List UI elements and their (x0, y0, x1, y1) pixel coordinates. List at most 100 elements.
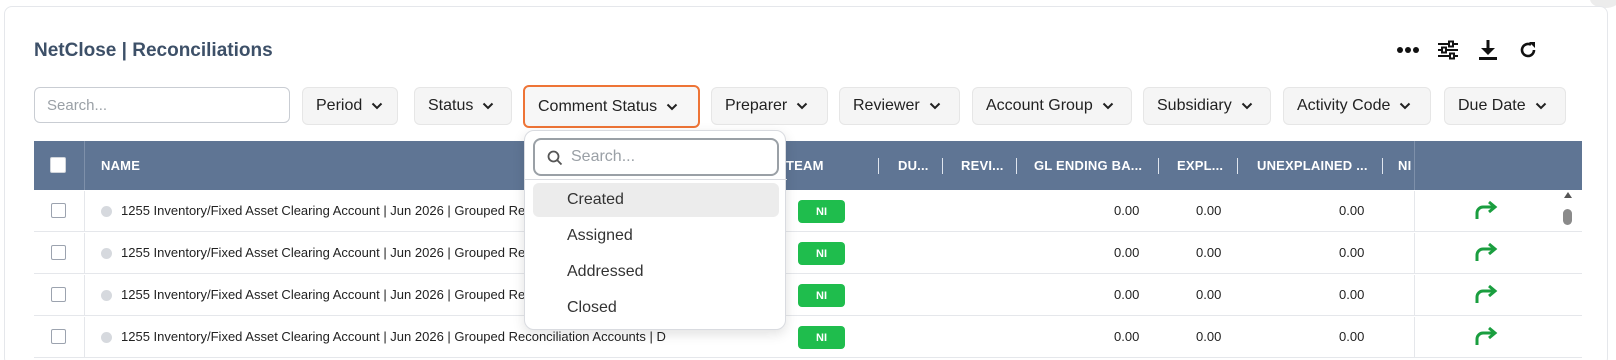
download-icon[interactable] (1476, 38, 1500, 62)
open-record-arrow-icon[interactable] (1473, 241, 1499, 265)
table-header: NAME TEAM DU... REVI... GL ENDING BA... … (34, 141, 1582, 190)
column-header-explained[interactable]: EXPL... (1177, 141, 1223, 190)
search-icon (547, 150, 563, 171)
filter-label: Period (316, 97, 363, 114)
chevron-down-icon (796, 102, 808, 110)
scroll-thumb[interactable] (1563, 209, 1572, 225)
unexplained-amount: 0.00 (1339, 287, 1365, 302)
row-divider (84, 275, 85, 316)
column-header-unexplained[interactable]: UNEXPLAINED ... (1257, 141, 1368, 190)
explained-amount: 0.00 (1196, 329, 1222, 344)
filter-subsidiary[interactable]: Subsidiary (1143, 87, 1271, 125)
filter-label: Subsidiary (1157, 97, 1232, 114)
chevron-down-icon (1399, 102, 1411, 110)
more-horizontal-icon[interactable] (1396, 38, 1420, 62)
team-badge: NI (798, 284, 845, 307)
open-record-arrow-icon[interactable] (1473, 325, 1499, 349)
refresh-icon[interactable] (1516, 38, 1540, 62)
table-row[interactable]: 1255 Inventory/Fixed Asset Clearing Acco… (34, 191, 1582, 232)
filter-activity-code[interactable]: Activity Code (1283, 87, 1431, 125)
filter-account-group[interactable]: Account Group (972, 87, 1132, 125)
chevron-down-icon (1102, 102, 1114, 110)
team-badge: NI (798, 242, 845, 265)
column-separator (1237, 158, 1238, 174)
column-separator (878, 158, 879, 174)
filter-status[interactable]: Status (414, 87, 512, 125)
row-name[interactable]: 1255 Inventory/Fixed Asset Clearing Acco… (121, 329, 681, 344)
column-header-gl-ending-balance[interactable]: GL ENDING BA... (1034, 141, 1142, 190)
table-row[interactable]: 1255 Inventory/Fixed Asset Clearing Acco… (34, 233, 1582, 274)
row-checkbox[interactable] (51, 287, 66, 302)
filter-label: Due Date (1458, 97, 1526, 114)
option-closed[interactable]: Closed (533, 291, 779, 325)
filter-due-date[interactable]: Due Date (1444, 87, 1566, 125)
filter-preparer[interactable]: Preparer (711, 87, 828, 125)
option-created[interactable]: Created (533, 183, 779, 217)
unexplained-amount: 0.00 (1339, 245, 1365, 260)
table-row[interactable]: 1255 Inventory/Fixed Asset Clearing Acco… (34, 275, 1582, 316)
gl-ending-balance: 0.00 (1114, 245, 1140, 260)
table-row[interactable]: 1255 Inventory/Fixed Asset Clearing Acco… (34, 317, 1582, 358)
chevron-down-icon (371, 102, 383, 110)
status-dot (101, 332, 112, 343)
search-input[interactable] (34, 87, 290, 123)
explained-amount: 0.00 (1196, 203, 1222, 218)
column-separator (1016, 158, 1017, 174)
chevron-down-icon (1535, 102, 1547, 110)
filter-label: Comment Status (538, 97, 658, 115)
header-divider (84, 141, 85, 190)
column-header-ni[interactable]: NI (1398, 141, 1411, 190)
filter-comment-status[interactable]: Comment Status (523, 85, 700, 128)
column-separator (1382, 158, 1383, 174)
toolbar-icons (1397, 38, 1570, 62)
chevron-down-icon (482, 102, 494, 110)
team-badge: NI (798, 200, 845, 223)
row-divider (1414, 233, 1415, 274)
comment-status-dropdown: Created Assigned Addressed Closed (524, 130, 787, 330)
unexplained-amount: 0.00 (1339, 329, 1365, 344)
filter-label: Reviewer (853, 97, 920, 114)
column-header-name[interactable]: NAME (101, 141, 140, 190)
filter-label: Activity Code (1297, 97, 1391, 114)
row-divider (1414, 275, 1415, 316)
row-divider (84, 317, 85, 358)
filter-label: Status (428, 97, 474, 114)
filter-reviewer[interactable]: Reviewer (839, 87, 960, 125)
column-separator (942, 158, 943, 174)
column-header-due[interactable]: DU... (898, 141, 929, 190)
row-checkbox[interactable] (51, 203, 66, 218)
filter-label: Account Group (986, 97, 1093, 114)
column-header-team[interactable]: TEAM (786, 141, 824, 190)
gl-ending-balance: 0.00 (1114, 203, 1140, 218)
open-record-arrow-icon[interactable] (1473, 283, 1499, 307)
table-scrollbar[interactable] (1561, 192, 1575, 360)
chevron-down-icon (1241, 102, 1253, 110)
option-addressed[interactable]: Addressed (533, 255, 779, 289)
header-divider (1414, 141, 1415, 190)
team-badge: NI (798, 326, 845, 349)
dropdown-options: Created Assigned Addressed Closed (525, 179, 787, 329)
filter-period[interactable]: Period (302, 87, 398, 125)
chevron-down-icon (929, 102, 941, 110)
page-title: NetClose | Reconciliations (34, 40, 273, 61)
open-record-arrow-icon[interactable] (1473, 199, 1499, 223)
row-divider (1414, 191, 1415, 232)
filter-label: Preparer (725, 97, 788, 114)
scroll-up-arrow-icon[interactable] (1564, 192, 1572, 198)
explained-amount: 0.00 (1196, 245, 1222, 260)
status-dot (101, 290, 112, 301)
row-divider (1414, 317, 1415, 358)
chevron-down-icon (666, 103, 678, 111)
gl-ending-balance: 0.00 (1114, 329, 1140, 344)
select-all-checkbox[interactable] (50, 157, 66, 173)
column-header-reviewer[interactable]: REVI... (961, 141, 1004, 190)
status-dot (101, 248, 112, 259)
option-assigned[interactable]: Assigned (533, 219, 779, 253)
dropdown-search-field[interactable] (533, 138, 779, 176)
settings-sliders-icon[interactable] (1436, 38, 1460, 62)
status-dot (101, 206, 112, 217)
column-separator (1158, 158, 1159, 174)
row-checkbox[interactable] (51, 245, 66, 260)
dropdown-search-input[interactable] (571, 146, 771, 168)
row-checkbox[interactable] (51, 329, 66, 344)
